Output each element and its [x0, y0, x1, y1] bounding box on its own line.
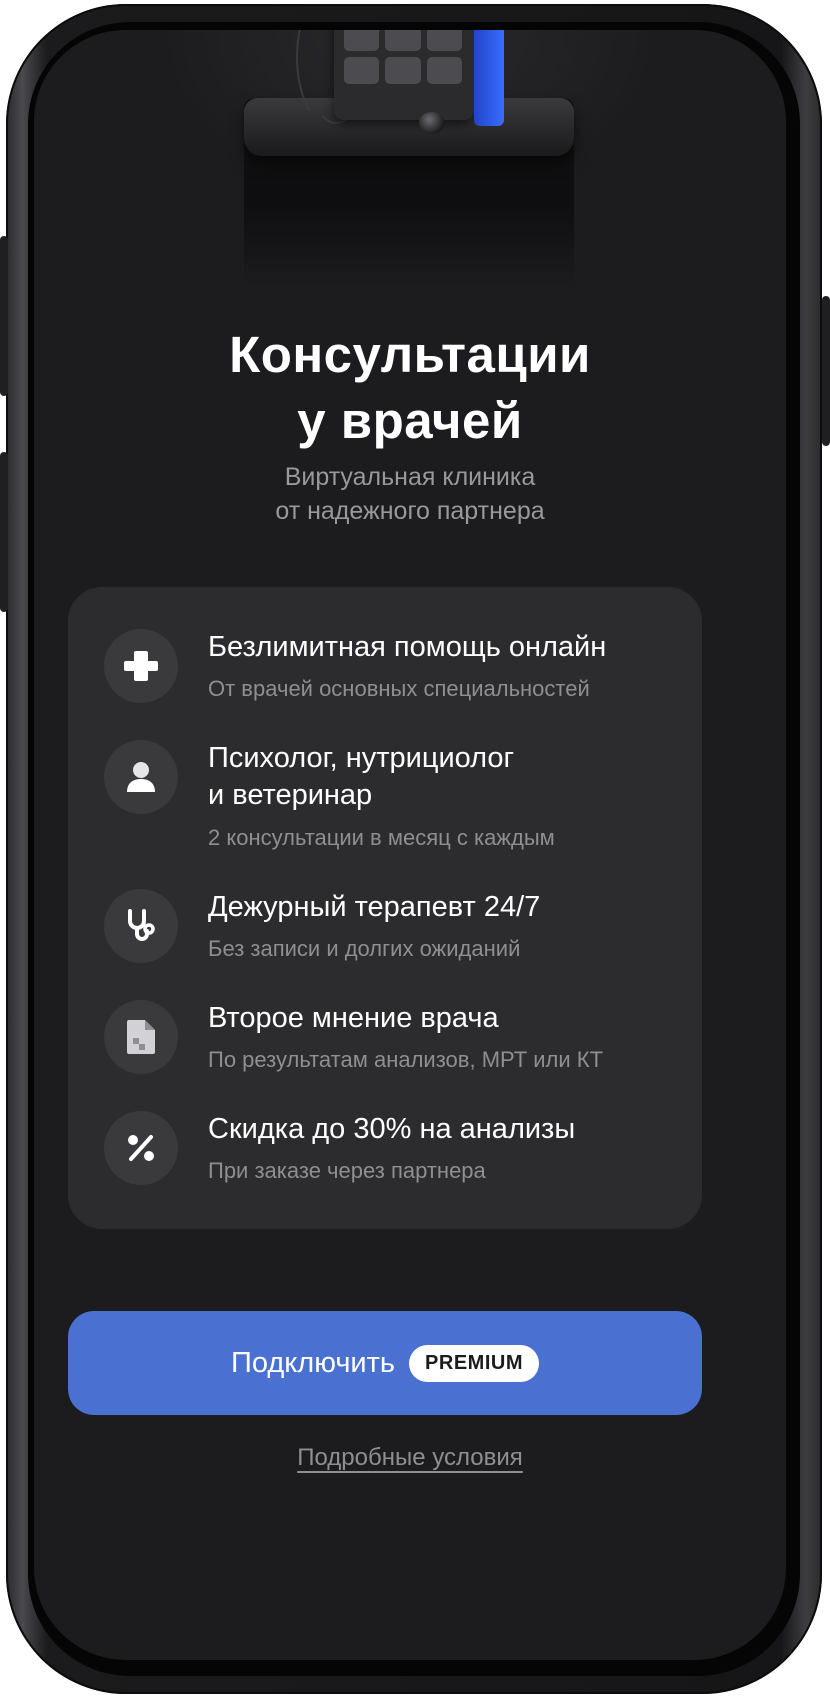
terms-link[interactable]: Подробные условия — [297, 1444, 523, 1471]
feature-title: Безлимитная помощь онлайн — [208, 629, 678, 666]
feature-title-line: Дежурный терапевт 24/7 — [208, 891, 541, 923]
feature-title-line: Безлимитная помощь онлайн — [208, 631, 607, 663]
feature-subtitle: 2 консультации в месяц с каждым — [208, 825, 555, 850]
terms-container: Подробные условия — [34, 1444, 786, 1472]
feature-subtitle: От врачей основных специальностей — [208, 676, 590, 701]
phone-action-button — [0, 236, 8, 396]
phone-power-button — [822, 296, 830, 446]
stethoscope-icon — [104, 889, 178, 963]
page-title-line: у врачей — [297, 392, 523, 449]
page-subtitle-line: от надежного партнера — [275, 497, 545, 525]
feature-subtitle: По результатам анализов, МРТ или КТ — [208, 1047, 604, 1072]
device-blue-panel — [474, 30, 504, 126]
feature-title-line: и ветеринар — [208, 779, 373, 811]
page-subtitle: Виртуальная клиника от надежного партнер… — [34, 460, 786, 528]
feature-title-line: Психолог, нутрициолог — [208, 742, 515, 774]
subscribe-premium-button[interactable]: Подключить PREMIUM — [68, 1311, 702, 1415]
page-title: Консультации у врачей — [34, 322, 786, 454]
percent-icon — [104, 1111, 178, 1185]
feature-title: Скидка до 30% на анализы — [208, 1111, 678, 1148]
medical-cross-icon — [104, 629, 178, 703]
document-icon — [104, 1000, 178, 1074]
page-title-line: Консультации — [229, 326, 591, 383]
feature-subtitle: Без записи и долгих ожиданий — [208, 936, 521, 961]
subscribe-button-label: Подключить — [231, 1346, 396, 1379]
device-knob — [419, 112, 445, 134]
device-keypad — [344, 30, 462, 84]
feature-title: Второе мнение врача — [208, 1000, 678, 1037]
features-card: Безлимитная помощь онлайн От врачей осно… — [68, 587, 702, 1229]
feature-subtitle: При заказе через партнера — [208, 1158, 486, 1183]
feature-title-line: Скидка до 30% на анализы — [208, 1113, 576, 1145]
app-screen: Консультации у врачей Виртуальная клиник… — [34, 30, 786, 1660]
premium-badge: PREMIUM — [409, 1344, 539, 1382]
person-icon — [104, 740, 178, 814]
page-subtitle-line: Виртуальная клиника — [284, 463, 536, 491]
phone-volume-button — [0, 452, 8, 612]
feature-title-line: Второе мнение врача — [208, 1002, 499, 1034]
feature-title: Дежурный терапевт 24/7 — [208, 889, 678, 926]
hero-image — [34, 30, 786, 310]
feature-title: Психолог, нутрициолог и ветеринар — [208, 740, 678, 814]
